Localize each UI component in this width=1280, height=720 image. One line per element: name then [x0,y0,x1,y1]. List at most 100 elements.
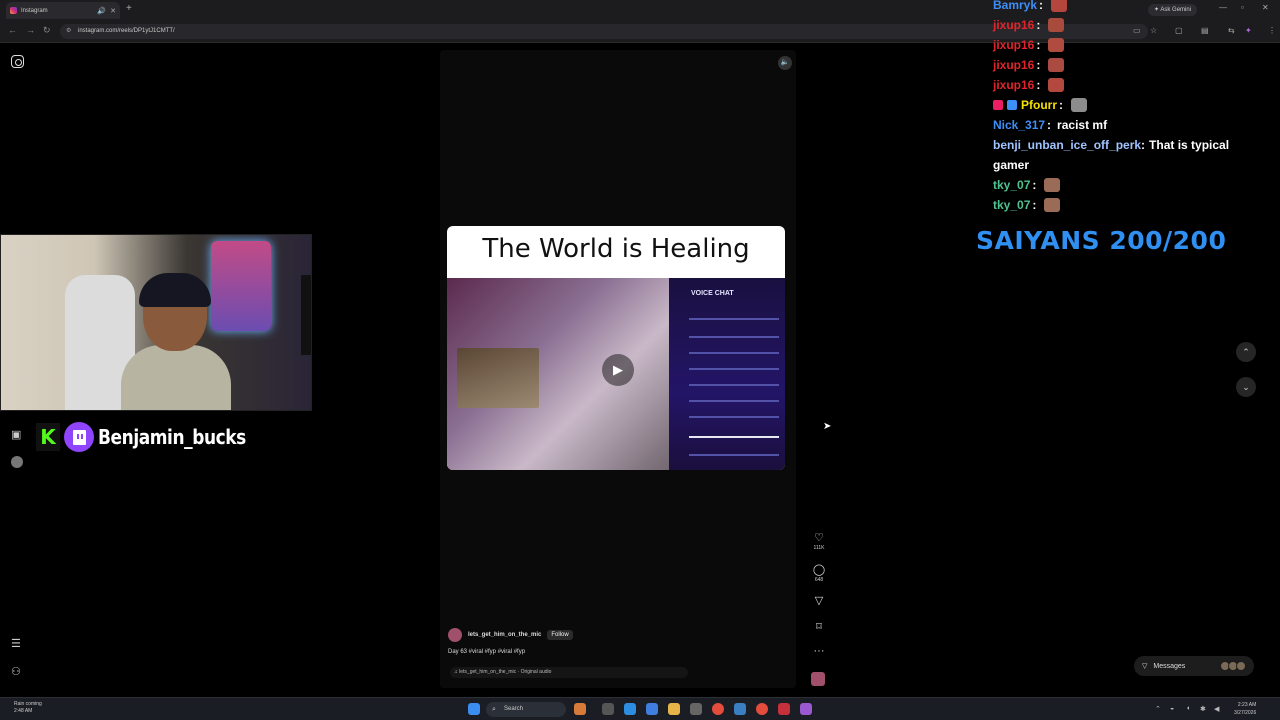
mic-icon[interactable]: ◖ [1186,705,1190,712]
send-icon: ▽ [814,595,824,607]
like-button[interactable]: ♡ 111K [810,531,828,551]
site-info-icon[interactable]: ⚙ [66,24,71,39]
share-button[interactable]: ▽ [810,594,828,607]
chat-username[interactable]: jixup16 [993,35,1034,55]
chat-badge-icon [1007,100,1017,110]
chat-separator: : [1039,0,1044,12]
system-clock[interactable]: 2:23 AM 3/27/2026 [1234,701,1256,717]
weather-widget[interactable]: Rain coming 2:48 AM [14,701,42,715]
more-menu-icon[interactable]: ☰ [11,637,21,650]
instagram-logo-icon[interactable] [11,55,24,68]
play-icon[interactable]: ▶ [602,354,634,386]
chat-message: jixup16: [993,75,1253,95]
reel-author-row: lets_get_him_on_the_mic Follow [448,628,573,642]
chat-message: jixup16: [993,15,1253,35]
close-tab-icon[interactable]: ✕ [110,7,116,15]
chat-separator: : [1141,138,1146,152]
voice-chat-row [689,368,779,370]
chat-message: Pfourr: [993,95,1253,115]
voice-chat-row [689,436,779,438]
audio-thumbnail[interactable] [811,672,825,686]
chrome-profile-icon[interactable] [756,703,768,715]
bluetooth-icon[interactable]: ✱ [1200,705,1206,713]
streamer-figure [121,273,231,410]
chat-username[interactable]: Nick_317 [993,115,1045,135]
more-options-button[interactable]: ··· [810,645,828,657]
chat-username[interactable]: jixup16 [993,55,1034,75]
sub-goal-text: SAIYANS 200/200 [976,226,1227,255]
windows-start-icon[interactable] [468,703,480,715]
chat-username[interactable]: benji_unban_ice_off_perk [993,138,1141,152]
heart-icon: ♡ [814,532,824,544]
chrome-icon[interactable] [712,703,724,715]
clock-date: 3/27/2026 [1234,710,1257,716]
browser-tab-instagram[interactable]: Instagram 🔊 ✕ [6,2,120,19]
profile-avatar[interactable] [11,456,23,468]
chat-emote-icon [1044,178,1061,192]
tray-chevron-up-icon[interactable]: ⌃ [1155,705,1161,713]
speaker-icon[interactable]: 🔊 [97,7,106,15]
network-icon[interactable]: ◒ [1170,705,1174,712]
save-button[interactable]: ⌑ [810,620,828,633]
app-icon[interactable] [734,703,746,715]
chat-separator: : [1032,198,1037,212]
chat-username[interactable]: Pfourr [1021,95,1057,115]
follow-button[interactable]: Follow [547,630,573,640]
microphone-arm [301,275,311,355]
comment-button[interactable]: ◯ 648 [810,563,828,583]
streamer-nameplate: K Benjamin_bucks [36,422,272,452]
original-audio-link[interactable]: ♫ lets_get_him_on_the_mic · Original aud… [450,667,688,678]
clock-time: 2:23 AM [1237,702,1257,708]
voice-chat-row [689,384,779,386]
author-username[interactable]: lets_get_him_on_the_mic [468,632,541,638]
mouse-cursor-icon: ➤ [823,421,832,432]
chat-separator: : [1036,18,1041,32]
chat-username[interactable]: tky_07 [993,195,1030,215]
back-icon[interactable]: ← [8,25,17,35]
settings-icon[interactable] [690,703,702,715]
chat-separator: : [1059,98,1063,112]
taskbar-search[interactable]: ⌕ Search [486,702,566,717]
voice-chat-panel: VOICE CHAT [669,278,785,470]
chat-emote-icon [1048,58,1065,72]
author-avatar[interactable] [448,628,462,642]
new-tab-icon[interactable]: + [126,3,132,14]
chat-emote-icon [1048,78,1065,92]
close-window-icon[interactable]: ✕ [1262,3,1269,12]
menu-kebab-icon[interactable]: ⋮ [1268,26,1276,35]
reels-icon[interactable]: ▣ [11,428,21,441]
messages-label: Messages [1153,662,1186,670]
volume-icon[interactable]: ◀ [1214,705,1219,713]
ellipsis-icon: ··· [813,645,825,657]
next-reel-chevron-down-icon[interactable]: ⌄ [1236,377,1256,397]
task-view-icon[interactable] [602,703,614,715]
chat-username[interactable]: tky_07 [993,175,1030,195]
chat-username[interactable]: jixup16 [993,15,1034,35]
instagram-favicon-icon [10,7,17,14]
bookmark-icon: ⌑ [816,621,822,633]
edge-icon[interactable] [624,703,636,715]
widget-icon[interactable] [574,703,586,715]
reel-video-frame[interactable]: The World is Healing VOICE CHAT [447,226,785,470]
chat-emote-icon [1048,18,1065,32]
taskbar-search-label: Search [504,706,524,712]
chat-username[interactable]: Bamryk [993,0,1037,15]
address-bar[interactable]: ⚙ instagram.com/reels/DP1ytJ1CMTT/ [60,24,1148,39]
chat-message: tky_07: [993,175,1253,195]
discord-icon[interactable] [800,703,812,715]
message-avatars [1220,661,1246,671]
file-explorer-icon[interactable] [668,703,680,715]
reload-icon[interactable]: ↻ [43,25,51,36]
previous-reel-chevron-up-icon[interactable]: ⌃ [1236,342,1256,362]
chat-message: jixup16: [993,55,1253,75]
chat-separator: : [1036,78,1041,92]
store-icon[interactable] [646,703,658,715]
voice-chat-row [689,336,779,338]
chat-username[interactable]: jixup16 [993,75,1034,95]
mute-toggle-icon[interactable]: 🔈 [778,56,792,70]
forward-icon[interactable]: → [26,25,35,35]
chat-text: racist mf [1057,118,1108,132]
meta-apps-icon[interactable]: ⚇ [11,665,21,678]
obs-icon[interactable] [778,703,790,715]
messages-button[interactable]: ▽ Messages [1134,656,1254,676]
